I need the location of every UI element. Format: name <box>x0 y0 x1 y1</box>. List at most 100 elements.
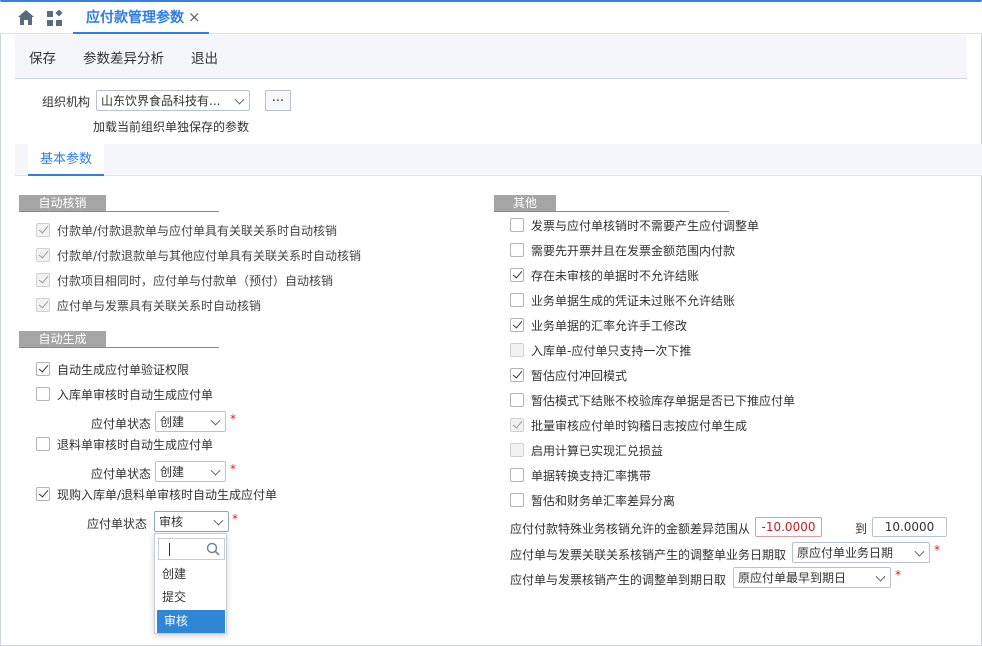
checkbox[interactable] <box>36 387 50 401</box>
section-divider <box>494 211 729 212</box>
status-select-value: 审核 <box>159 515 184 529</box>
org-note: 加载当前组织单独保存的参数 <box>93 120 250 134</box>
auto-verify-item-2[interactable]: 付款单/付款退款单与其他应付单具有关联关系时自动核销 <box>36 246 361 264</box>
auto-verify-item-3[interactable]: 付款项目相同时，应付单与付款单（预付）自动核销 <box>36 271 333 289</box>
checkbox[interactable] <box>36 437 50 451</box>
other-option-1[interactable]: 发票与应付单核销时不需要产生应付调整单 <box>510 216 759 234</box>
save-button[interactable]: 保存 <box>29 47 56 67</box>
auto-gen-item-2[interactable]: 入库单审核时自动生成应付单 <box>36 385 213 403</box>
chevron-down-icon <box>213 515 224 526</box>
chevron-down-icon <box>234 94 245 105</box>
status-select-value: 创建 <box>160 415 185 429</box>
checkbox[interactable] <box>510 343 524 357</box>
org-more-button[interactable]: ... <box>265 90 291 111</box>
search-icon <box>206 542 220 556</box>
chevron-down-icon <box>210 465 221 476</box>
auto-verify-item-1[interactable]: 付款单/付款退款单与应付单具有关联关系时自动核销 <box>36 221 337 239</box>
checkbox[interactable] <box>36 487 50 501</box>
checkbox[interactable] <box>510 493 524 507</box>
range-to-label: 到 <box>855 522 868 536</box>
status-select-inbound[interactable]: 创建 <box>155 411 226 432</box>
apps-icon[interactable] <box>46 10 64 27</box>
other-option-10[interactable]: 启用计算已实现汇兑损益 <box>510 441 663 459</box>
section-other-title: 其他 <box>494 195 556 211</box>
diff-analysis-button[interactable]: 参数差异分析 <box>83 47 164 67</box>
checkbox-label: 单据转换支持汇率携带 <box>531 468 652 483</box>
checkbox[interactable] <box>510 468 524 482</box>
checkbox-label: 业务单据生成的凭证未过账不允许结账 <box>531 293 736 308</box>
checkbox-label: 入库单-应付单只支持一次下推 <box>531 343 692 358</box>
range-from-input[interactable]: -10.0000 <box>755 517 822 537</box>
checkbox[interactable] <box>510 293 524 307</box>
checkbox-label: 现购入库单/退料单审核时自动生成应付单 <box>57 487 278 502</box>
checkbox[interactable] <box>510 443 524 457</box>
checkbox[interactable] <box>510 318 524 332</box>
required-star: * <box>230 412 236 426</box>
org-select-value: 山东饮界食品科技有... <box>101 94 221 108</box>
section-divider <box>19 211 219 212</box>
status-dropdown-menu: 创建 提交 审核 <box>154 533 227 634</box>
checkbox[interactable] <box>36 223 50 237</box>
adj-date-select[interactable]: 原应付单业务日期 <box>792 542 930 563</box>
other-option-9[interactable]: 批量审核应付单时钩稽日志按应付单生成 <box>510 416 747 434</box>
auto-verify-item-4[interactable]: 应付单与发票具有关联关系时自动核销 <box>36 296 261 314</box>
tab-payable-params[interactable]: 应付款管理参数 × <box>73 2 209 34</box>
adj-date-value: 原应付单业务日期 <box>797 546 894 560</box>
checkbox[interactable] <box>36 248 50 262</box>
toolbar: 保存 参数差异分析 退出 <box>15 35 967 79</box>
checkbox[interactable] <box>36 298 50 312</box>
auto-gen-item-4[interactable]: 现购入库单/退料单审核时自动生成应付单 <box>36 485 277 503</box>
adj-date-label: 应付单与发票关联关系核销产生的调整单业务日期取 <box>510 548 787 562</box>
status-select-return[interactable]: 创建 <box>155 461 226 482</box>
checkbox-label: 存在未审核的单据时不允许结账 <box>531 268 700 283</box>
due-date-select[interactable]: 原应付单最早到期日 <box>733 567 891 588</box>
checkbox-label: 退料单审核时自动生成应付单 <box>57 437 214 452</box>
checkbox[interactable] <box>510 268 524 282</box>
other-option-2[interactable]: 需要先开票并且在发票金额范围内付款 <box>510 241 735 259</box>
chevron-down-icon <box>210 415 221 426</box>
exit-button[interactable]: 退出 <box>191 47 218 67</box>
range-to-input[interactable]: 10.0000 <box>872 517 947 537</box>
checkbox[interactable] <box>510 218 524 232</box>
dropdown-option-submit[interactable]: 提交 <box>155 586 226 609</box>
dropdown-option-create[interactable]: 创建 <box>155 563 226 586</box>
checkbox[interactable] <box>36 273 50 287</box>
other-option-4[interactable]: 业务单据生成的凭证未过账不允许结账 <box>510 291 735 309</box>
checkbox-label: 启用计算已实现汇兑损益 <box>531 443 664 458</box>
checkbox-label: 付款单/付款退款单与其他应付单具有关联关系时自动核销 <box>57 248 362 263</box>
other-option-11[interactable]: 单据转换支持汇率携带 <box>510 466 651 484</box>
checkbox-label: 发票与应付单核销时不需要产生应付调整单 <box>531 218 760 233</box>
tab-basic-params[interactable]: 基本参数 <box>28 144 105 176</box>
checkbox[interactable] <box>510 368 524 382</box>
params-tab-bar: 基本参数 <box>15 144 982 176</box>
checkbox[interactable] <box>510 243 524 257</box>
required-star: * <box>895 568 901 582</box>
other-option-6[interactable]: 入库单-应付单只支持一次下推 <box>510 341 691 359</box>
text-caret <box>169 543 170 556</box>
checkbox-label: 暂估和财务单汇率差异分离 <box>531 493 676 508</box>
checkbox[interactable] <box>510 418 524 432</box>
other-option-12[interactable]: 暂估和财务单汇率差异分离 <box>510 491 675 509</box>
auto-gen-item-3[interactable]: 退料单审核时自动生成应付单 <box>36 435 213 453</box>
other-option-7[interactable]: 暂估应付冲回模式 <box>510 366 627 384</box>
status-label: 应付单状态 <box>91 417 152 431</box>
status-select-purchase[interactable]: 审核 <box>154 511 229 532</box>
dropdown-option-audit[interactable]: 审核 <box>157 610 225 633</box>
close-icon[interactable]: × <box>188 8 201 26</box>
other-option-5[interactable]: 业务单据的汇率允许手工修改 <box>510 316 687 334</box>
checkbox-label: 暂估应付冲回模式 <box>531 368 628 383</box>
checkbox-label: 需要先开票并且在发票金额范围内付款 <box>531 243 736 258</box>
org-select[interactable]: 山东饮界食品科技有... <box>96 90 250 111</box>
other-option-3[interactable]: 存在未审核的单据时不允许结账 <box>510 266 699 284</box>
section-auto-verify-title: 自动核销 <box>19 195 106 211</box>
auto-gen-item-1[interactable]: 自动生成应付单验证权限 <box>36 360 189 378</box>
home-icon[interactable] <box>17 9 35 26</box>
required-star: * <box>230 462 236 476</box>
status-select-value: 创建 <box>160 465 185 479</box>
checkbox[interactable] <box>510 393 524 407</box>
checkbox[interactable] <box>36 362 50 376</box>
org-label: 组织机构 <box>42 95 91 109</box>
checkbox-label: 自动生成应付单验证权限 <box>57 362 190 377</box>
other-option-8[interactable]: 暂估模式下结账不校验库存单据是否已下推应付单 <box>510 391 795 409</box>
dropdown-search-input[interactable] <box>158 538 225 560</box>
